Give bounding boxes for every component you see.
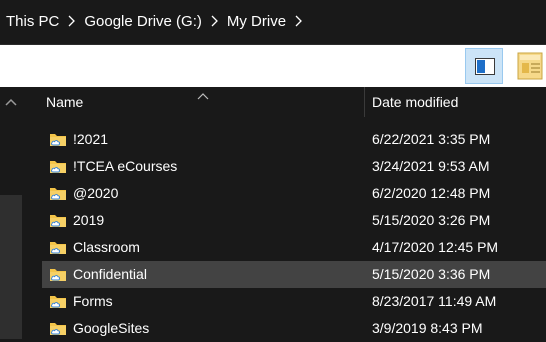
file-name: 2019 (73, 212, 105, 228)
list-item[interactable]: GoogleSites 3/9/2019 8:43 PM (22, 315, 546, 342)
file-name: GoogleSites (73, 320, 150, 336)
file-name: @2020 (73, 185, 119, 201)
navigation-pane (0, 87, 22, 339)
preview-pane-icon (475, 58, 495, 75)
chevron-up-icon (5, 98, 17, 106)
breadcrumb-my-drive[interactable]: My Drive (225, 13, 288, 30)
file-date-modified: 5/15/2020 3:26 PM (372, 212, 491, 228)
file-name: !2021 (73, 131, 109, 147)
address-bar[interactable]: This PC Google Drive (G:) My Drive (0, 0, 546, 44)
scroll-up-button[interactable] (5, 93, 17, 111)
file-date-modified: 6/2/2020 12:48 PM (372, 185, 491, 201)
list-item[interactable]: 2019 5/15/2020 3:26 PM (22, 207, 546, 234)
file-date-modified: 6/22/2021 3:35 PM (372, 131, 491, 147)
breadcrumb: This PC Google Drive (G:) My Drive (0, 10, 309, 32)
google-drive-folder-icon (50, 242, 66, 254)
list-item[interactable]: @2020 6/2/2020 12:48 PM (22, 180, 546, 207)
list-item[interactable]: !2021 6/22/2021 3:35 PM (22, 126, 546, 153)
file-date-modified: 5/15/2020 3:36 PM (372, 266, 491, 282)
file-list: !2021 6/22/2021 3:35 PM !TCEA eCourses 3/24… (22, 126, 546, 342)
file-date-modified: 3/9/2019 8:43 PM (372, 320, 483, 336)
list-item[interactable]: !TCEA eCourses 3/24/2021 9:53 AM (22, 153, 546, 180)
google-drive-folder-icon (50, 215, 66, 227)
google-drive-folder-icon (50, 134, 66, 146)
file-name: Classroom (73, 239, 140, 255)
column-name-header[interactable]: Name (46, 94, 83, 110)
file-name: !TCEA eCourses (73, 158, 178, 174)
column-header: Name Date modified (22, 87, 546, 117)
breadcrumb-this-pc[interactable]: This PC (0, 13, 61, 30)
ribbon-toolbar (0, 45, 546, 87)
file-date-modified: 8/23/2017 11:49 AM (372, 293, 497, 309)
breadcrumb-google-drive[interactable]: Google Drive (G:) (82, 13, 204, 30)
details-pane-icon (517, 52, 543, 80)
chevron-right-icon[interactable] (294, 10, 303, 32)
list-item[interactable]: Classroom 4/17/2020 12:45 PM (22, 234, 546, 261)
chevron-right-icon[interactable] (67, 10, 76, 32)
google-drive-folder-icon (50, 296, 66, 308)
preview-pane-button[interactable] (465, 48, 503, 84)
google-drive-folder-icon (50, 269, 66, 281)
list-item[interactable]: Confidential 5/15/2020 3:36 PM (22, 261, 546, 288)
file-name: Forms (73, 293, 113, 309)
file-name: Confidential (73, 266, 147, 282)
column-date-modified-header[interactable]: Date modified (372, 94, 458, 110)
column-divider[interactable] (364, 87, 365, 117)
navigation-scrollbar[interactable] (0, 195, 22, 339)
file-date-modified: 3/24/2021 9:53 AM (372, 158, 490, 174)
google-drive-folder-icon (50, 161, 66, 173)
details-pane-button[interactable] (516, 50, 546, 82)
google-drive-folder-icon (50, 188, 66, 200)
list-item[interactable]: Forms 8/23/2017 11:49 AM (22, 288, 546, 315)
file-date-modified: 4/17/2020 12:45 PM (372, 239, 499, 255)
chevron-right-icon[interactable] (210, 10, 219, 32)
google-drive-folder-icon (50, 323, 66, 335)
sort-ascending-icon (197, 87, 209, 105)
